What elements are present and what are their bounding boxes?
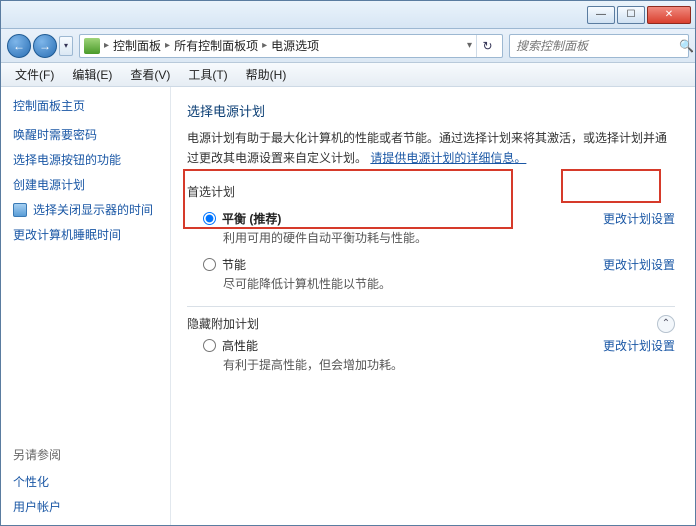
menu-view[interactable]: 查看(V) (122, 64, 178, 85)
breadcrumb[interactable]: ▸ 控制面板 ▸ 所有控制面板项 ▸ 电源选项 ▾ ↻ (79, 34, 503, 58)
minimize-button[interactable]: — (587, 6, 615, 24)
refresh-button[interactable]: ↻ (476, 35, 498, 57)
sidebar-user-accounts[interactable]: 用户帐户 (13, 498, 158, 515)
menu-bar: 文件(F) 编辑(E) 查看(V) 工具(T) 帮助(H) (1, 63, 695, 87)
control-panel-icon (84, 38, 100, 54)
breadcrumb-all-items[interactable]: 所有控制面板项 (174, 37, 258, 54)
breadcrumb-power-options[interactable]: 电源选项 (271, 37, 319, 54)
plan-high-performance: 高性能 有利于提高性能，但会增加功耗。 更改计划设置 (187, 333, 675, 379)
sidebar-personalization[interactable]: 个性化 (13, 473, 158, 490)
see-also-heading: 另请参阅 (13, 446, 158, 463)
sidebar-sleep-time[interactable]: 更改计算机睡眠时间 (13, 226, 158, 243)
recent-dropdown[interactable]: ▾ (59, 36, 73, 56)
breadcrumb-dropdown[interactable]: ▾ (467, 40, 472, 51)
desc-link[interactable]: 请提供电源计划的详细信息。 (370, 151, 526, 165)
menu-file[interactable]: 文件(F) (7, 64, 62, 85)
plan-high-name: 高性能 (222, 337, 258, 354)
plan-balanced-radio[interactable] (203, 212, 216, 225)
search-icon: 🔍 (679, 39, 694, 53)
collapse-button[interactable]: ⌃ (657, 315, 675, 333)
plan-saver-desc: 尽可能降低计算机性能以节能。 (223, 275, 603, 292)
page-description: 电源计划有助于最大化计算机的性能或者节能。通过选择计划来将其激活，或选择计划并通… (187, 128, 675, 169)
hidden-plans-row: 隐藏附加计划 ⌃ (187, 315, 675, 333)
maximize-button[interactable]: ☐ (617, 6, 645, 24)
title-bar: — ☐ ✕ (1, 1, 695, 29)
address-bar: ← → ▾ ▸ 控制面板 ▸ 所有控制面板项 ▸ 电源选项 ▾ ↻ 🔍 (1, 29, 695, 63)
plan-saver: 节能 尽可能降低计算机性能以节能。 更改计划设置 (187, 252, 675, 298)
chevron-up-icon: ⌃ (662, 318, 670, 329)
breadcrumb-sep: ▸ (262, 40, 267, 51)
plan-saver-radio[interactable] (203, 258, 216, 271)
back-button[interactable]: ← (7, 34, 31, 58)
page-title: 选择电源计划 (187, 101, 675, 120)
plan-high-change-link[interactable]: 更改计划设置 (603, 339, 675, 353)
sidebar-home[interactable]: 控制面板主页 (13, 97, 158, 114)
monitor-icon (13, 203, 27, 217)
search-box[interactable]: 🔍 (509, 34, 689, 58)
search-input[interactable] (514, 38, 675, 54)
breadcrumb-sep: ▸ (165, 40, 170, 51)
hidden-plans-heading: 隐藏附加计划 (187, 315, 657, 332)
plan-balanced: 平衡 (推荐) 利用可用的硬件自动平衡功耗与性能。 更改计划设置 (187, 206, 675, 252)
close-button[interactable]: ✕ (647, 6, 691, 24)
sidebar: 控制面板主页 唤醒时需要密码 选择电源按钮的功能 创建电源计划 选择关闭显示器的… (1, 87, 171, 525)
menu-edit[interactable]: 编辑(E) (64, 64, 120, 85)
sidebar-create-plan[interactable]: 创建电源计划 (13, 176, 158, 193)
plan-balanced-name: 平衡 (推荐) (222, 210, 281, 227)
menu-tools[interactable]: 工具(T) (180, 64, 235, 85)
sidebar-turn-off-display[interactable]: 选择关闭显示器的时间 (33, 201, 153, 218)
sidebar-power-button[interactable]: 选择电源按钮的功能 (13, 151, 158, 168)
content: 选择电源计划 电源计划有助于最大化计算机的性能或者节能。通过选择计划来将其激活，… (171, 87, 695, 525)
plan-saver-name: 节能 (222, 256, 246, 273)
menu-help[interactable]: 帮助(H) (238, 64, 295, 85)
plan-saver-change-link[interactable]: 更改计划设置 (603, 258, 675, 272)
nav-buttons: ← → ▾ (7, 34, 73, 58)
plan-high-radio[interactable] (203, 339, 216, 352)
window: — ☐ ✕ ← → ▾ ▸ 控制面板 ▸ 所有控制面板项 ▸ 电源选项 ▾ ↻ … (0, 0, 696, 526)
breadcrumb-control-panel[interactable]: 控制面板 (113, 37, 161, 54)
forward-button[interactable]: → (33, 34, 57, 58)
sidebar-require-password[interactable]: 唤醒时需要密码 (13, 126, 158, 143)
body: 控制面板主页 唤醒时需要密码 选择电源按钮的功能 创建电源计划 选择关闭显示器的… (1, 87, 695, 525)
breadcrumb-sep: ▸ (104, 40, 109, 51)
plan-high-desc: 有利于提高性能，但会增加功耗。 (223, 356, 603, 373)
plan-balanced-desc: 利用可用的硬件自动平衡功耗与性能。 (223, 229, 603, 246)
preferred-plans-heading: 首选计划 (187, 183, 675, 200)
divider (187, 306, 675, 307)
plan-balanced-change-link[interactable]: 更改计划设置 (603, 212, 675, 226)
